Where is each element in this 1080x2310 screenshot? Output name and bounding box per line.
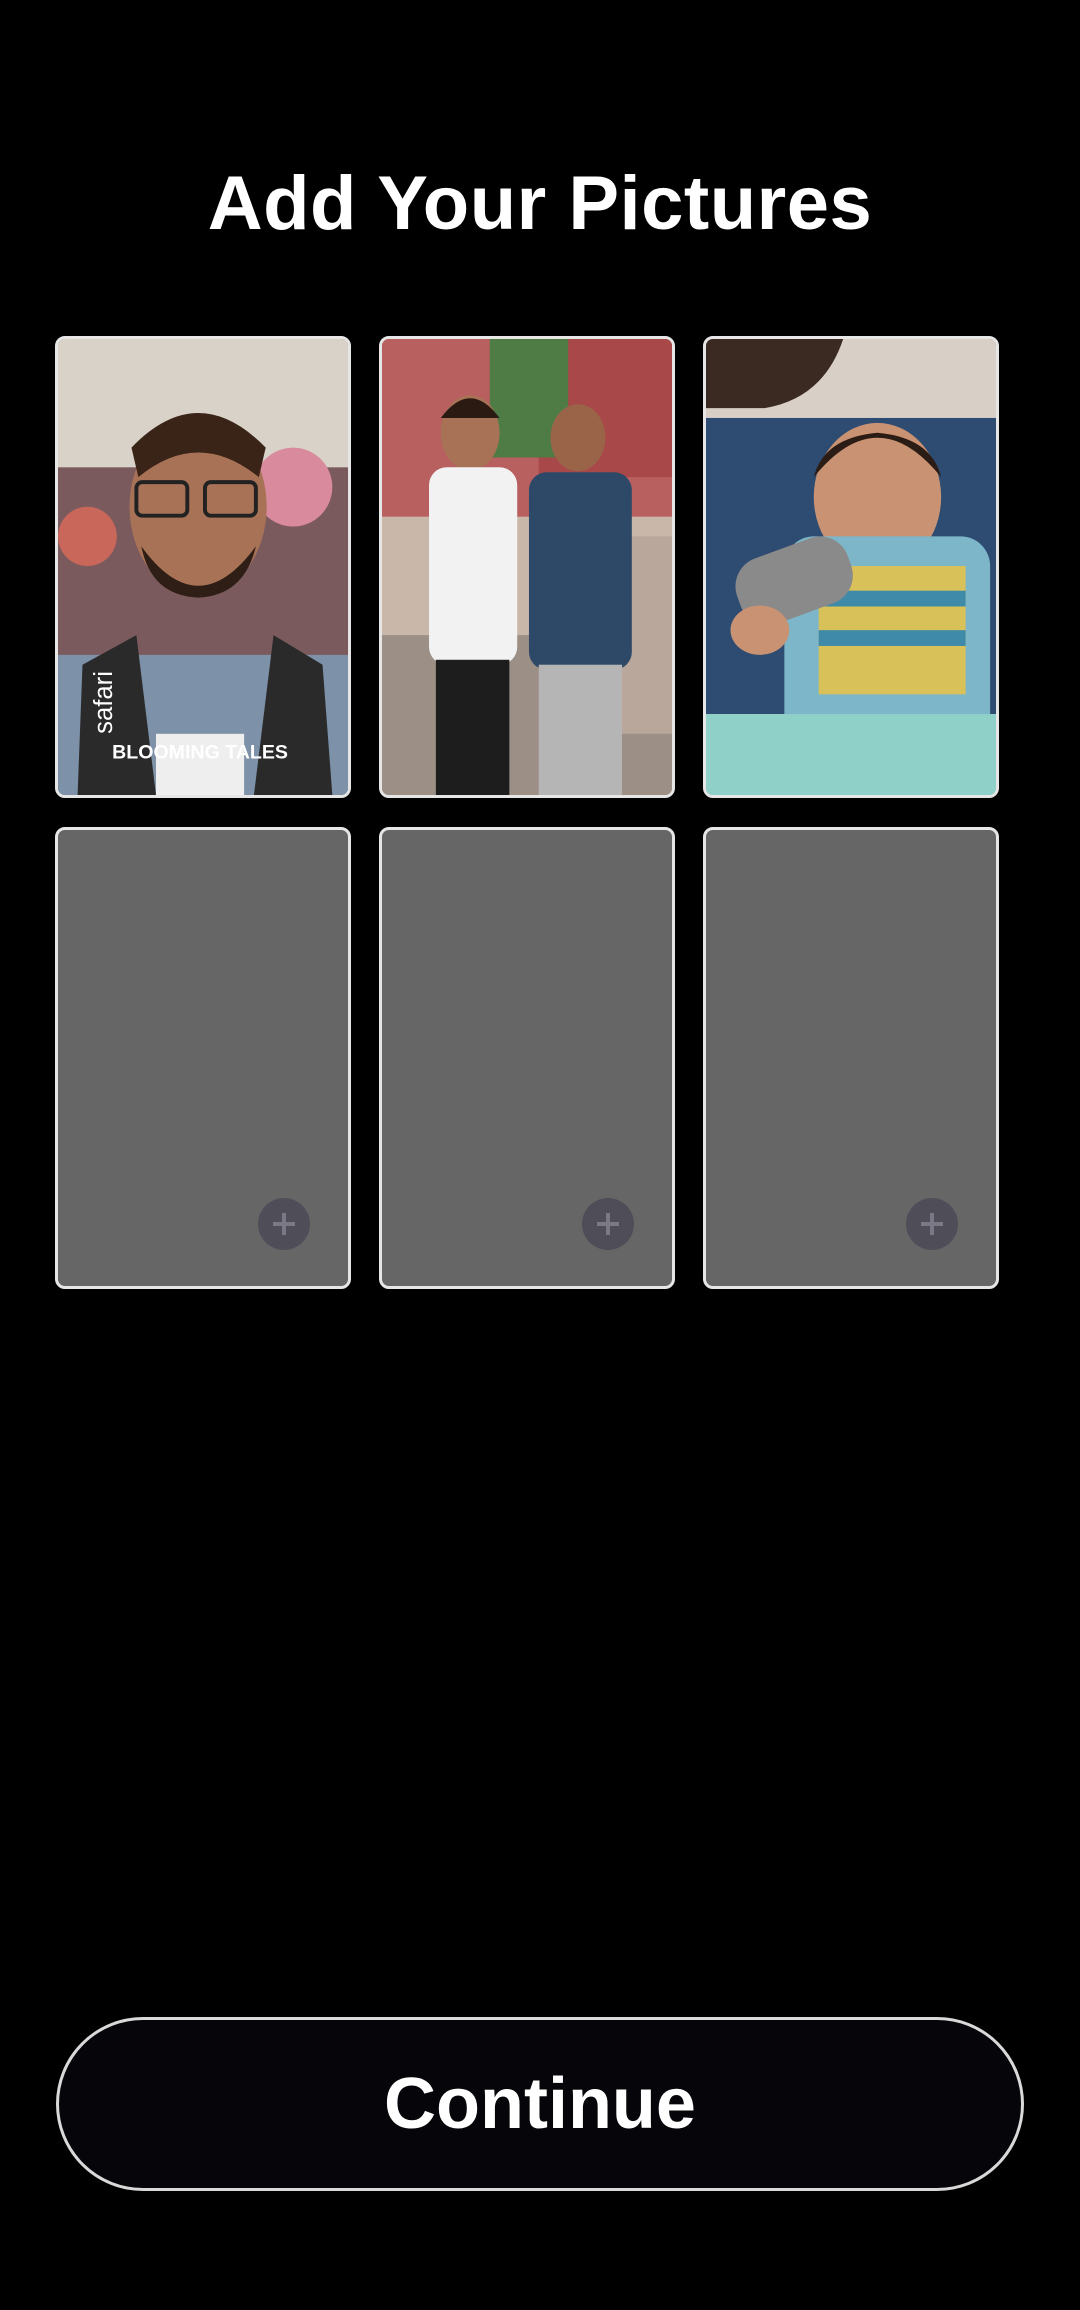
two-men-photo bbox=[382, 339, 672, 795]
empty-photo-slot-3[interactable] bbox=[703, 827, 999, 1289]
add-photo-button[interactable] bbox=[258, 1198, 310, 1250]
plus-icon bbox=[921, 1213, 943, 1235]
svg-text:BLOOMING TALES: BLOOMING TALES bbox=[112, 741, 288, 763]
add-photo-button[interactable] bbox=[582, 1198, 634, 1250]
plus-icon bbox=[273, 1213, 295, 1235]
svg-text:safari: safari bbox=[90, 671, 118, 734]
add-pictures-screen: Add Your Pictures BLOOMING TALES safari bbox=[0, 0, 1080, 2310]
page-title: Add Your Pictures bbox=[207, 161, 873, 246]
photo-slot-3[interactable] bbox=[703, 336, 999, 798]
plus-icon bbox=[597, 1213, 619, 1235]
selfie-photo: BLOOMING TALES safari bbox=[58, 339, 348, 795]
empty-photo-slot-1[interactable] bbox=[55, 827, 351, 1289]
add-photo-button[interactable] bbox=[906, 1198, 958, 1250]
continue-label: Continue bbox=[384, 2064, 696, 2144]
photo-slot-1[interactable]: BLOOMING TALES safari bbox=[55, 336, 351, 798]
continue-button[interactable]: Continue bbox=[56, 2017, 1024, 2191]
photo-slot-2[interactable] bbox=[379, 336, 675, 798]
empty-photo-slot-2[interactable] bbox=[379, 827, 675, 1289]
baby-drinking-photo bbox=[706, 339, 996, 795]
